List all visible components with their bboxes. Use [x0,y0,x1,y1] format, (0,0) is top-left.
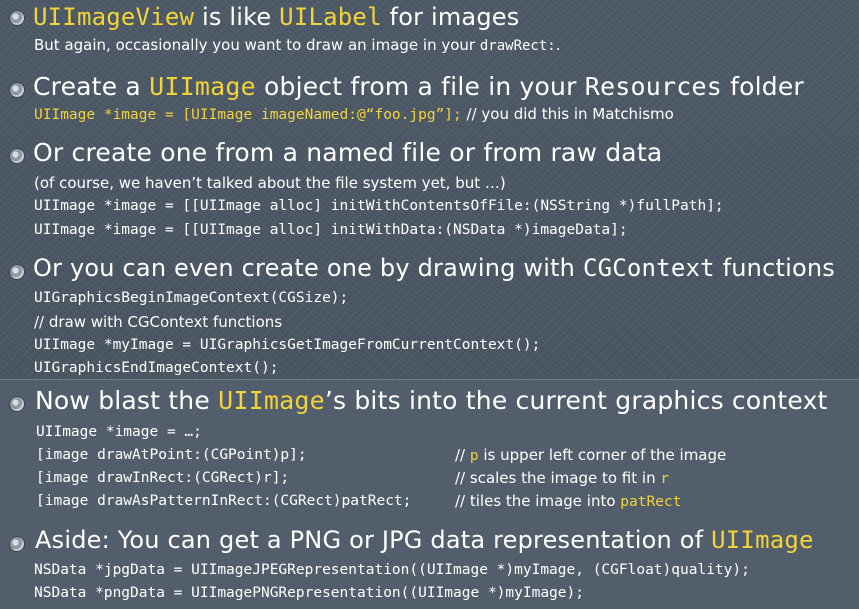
param-term: patRect [620,494,682,510]
bullet-4-code-line-2: UIImage *myImage = UIGraphicsGetImageFro… [34,337,541,353]
param-term: p [469,448,479,464]
bullet-icon [10,537,24,551]
cgcontext-term: CGContext [582,254,715,282]
bullet-3-code-line-1: UIImage *image = [[UIImage alloc] initWi… [34,198,724,214]
title-text: Or you can even create one by drawing wi… [33,254,583,282]
title-text: ’s bits into the current graphics contex… [324,386,828,415]
bullet-6-code-line-1: NSData *jpgData = UIImageJPEGRepresentat… [34,562,750,578]
bullet-5-code-row-1: [image drawAtPoint:(CGPoint)p]; [36,447,307,463]
bullet-5-code-row-2: [image drawInRect:(CGRect)r]; [36,470,290,486]
comment-text: // [455,446,470,464]
bullet-1-subtext: But again, occasionally you want to draw… [34,36,561,54]
title-text: Now blast the [35,386,219,415]
subtext: But again, occasionally you want to draw… [34,36,480,54]
code-text: UIImage *image = [UIImage imageNamed:@“f… [34,107,462,123]
resources-term: Resources [584,72,722,101]
uilabel-term: UILabel [279,3,382,31]
bullet-5-title: Now blast the UIImage’s bits into the cu… [35,386,828,415]
bullet-3-note: (of course, we haven’t talked about the … [34,174,506,192]
title-text: folder [721,72,804,101]
title-text: functions [714,254,835,282]
bullet-3-title: Or create one from a named file or from … [33,138,663,167]
bullet-3-code-line-2: UIImage *image = [[UIImage alloc] initWi… [34,222,628,238]
bullet-5-code-line-0: UIImage *image = …; [36,424,202,440]
bullet-5-comment-row-1: // p is upper left corner of the image [455,446,726,464]
drawrect-term: drawRect: [479,38,556,54]
bullet-4-comment: // draw with CGContext functions [34,313,283,331]
title-text: object from a file in your [255,72,585,101]
bullet-icon [10,11,24,25]
uiimage-term: UIImage [149,72,256,101]
title-text: for images [381,3,520,31]
comment-text: // tiles the image into [455,492,621,510]
bullet-icon [10,397,24,411]
slide: UIImageView is like UILabel for images B… [0,0,859,609]
bullet-icon [10,149,24,163]
bullet-5-comment-row-3: // tiles the image into patRect [455,492,681,510]
code-comment: // you did this in Matchismo [461,105,674,123]
bullet-2-title: Create a UIImage object from a file in y… [33,72,804,101]
title-text: is like [194,3,280,31]
bullet-5-code-row-3: [image drawAsPatternInRect:(CGRect)patRe… [36,493,412,509]
bullet-5-comment-row-2: // scales the image to fit in r [455,469,669,487]
title-text: Create a [33,72,150,101]
bullet-4-code-line-1: UIGraphicsBeginImageContext(CGSize); [34,290,349,306]
uiimage-term: UIImage [711,526,814,554]
bullet-4-code-line-3: UIGraphicsEndImageContext(); [34,360,279,376]
bullet-6-title: Aside: You can get a PNG or JPG data rep… [35,526,814,554]
uiimageview-term: UIImageView [33,3,195,31]
comment-text: is upper left corner of the image [478,446,727,464]
bullet-6-code-line-2: NSData *pngData = UIImagePNGRepresentati… [34,585,584,601]
comment-text: // scales the image to fit in [455,469,661,487]
bullet-icon [10,265,24,279]
bullet-4-title: Or you can even create one by drawing wi… [33,254,835,282]
bullet-2-code-line: UIImage *image = [UIImage imageNamed:@“f… [34,105,674,123]
uiimage-term: UIImage [218,386,325,415]
subtext: . [555,36,561,54]
bullet-icon [10,83,24,97]
title-text: Aside: You can get a PNG or JPG data rep… [35,526,712,554]
param-term: r [660,471,670,487]
bullet-1-title: UIImageView is like UILabel for images [33,3,519,31]
